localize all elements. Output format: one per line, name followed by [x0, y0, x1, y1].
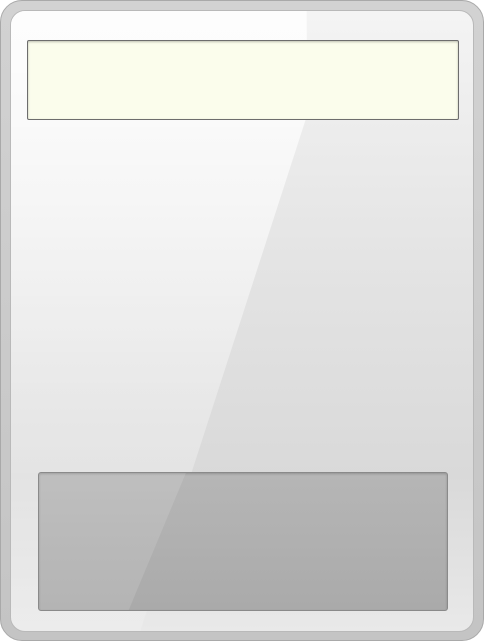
device-face: [10, 10, 474, 632]
keypad-gloss: [39, 473, 186, 610]
display-screen: [27, 40, 459, 120]
keypad-area[interactable]: [38, 472, 448, 611]
device-frame: [0, 0, 484, 641]
